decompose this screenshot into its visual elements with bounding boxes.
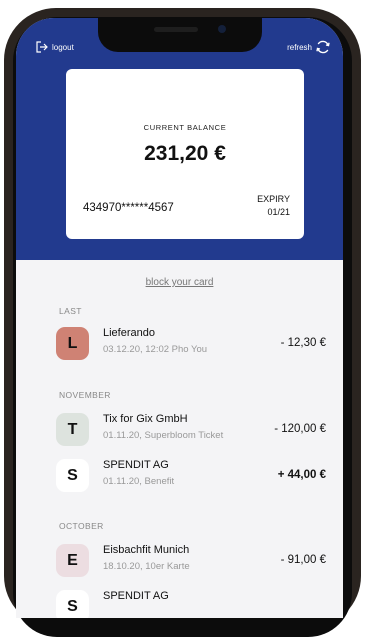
balance-label: CURRENT BALANCE <box>143 123 227 132</box>
section-title-last: LAST <box>59 306 82 316</box>
block-card-link[interactable]: block your card <box>16 277 343 288</box>
refresh-label: refresh <box>287 42 312 52</box>
transaction-details: 03.12.20, 12:02 Pho You <box>103 344 208 355</box>
refresh-button[interactable]: refresh <box>287 39 331 55</box>
camera-lens <box>218 25 226 33</box>
transaction-row[interactable]: S SPENDIT AG 01.11.20, Benefit + 44,00 € <box>56 459 326 493</box>
refresh-icon <box>316 40 330 54</box>
transaction-row[interactable]: L Lieferando 03.12.20, 12:02 Pho You - 1… <box>56 327 326 361</box>
transaction-details: 01.11.20, Superbloom Ticket <box>103 430 224 441</box>
balance-card: CURRENT BALANCE 231,20 € 434970******456… <box>66 69 304 239</box>
merchant-name: Eisbachfit Munich <box>103 544 190 556</box>
transaction-amount: - 120,00 € <box>274 423 326 435</box>
transaction-row[interactable]: T Tix for Gix GmbH 01.11.20, Superbloom … <box>56 413 326 447</box>
transaction-amount: - 91,00 € <box>280 554 326 566</box>
transaction-row[interactable]: S SPENDIT AG <box>56 590 326 618</box>
merchant-name: SPENDIT AG <box>103 459 169 471</box>
expiry-value: 01/21 <box>267 207 290 217</box>
expiry-label: EXPIRY <box>257 194 290 204</box>
transaction-amount: + 44,00 € <box>277 469 326 481</box>
merchant-letter-badge: L <box>56 327 89 360</box>
header-bar: logout refresh CURRENT BALANCE 231,20 € … <box>16 18 343 260</box>
merchant-letter-badge: E <box>56 544 89 577</box>
merchant-letter-badge: S <box>56 459 89 492</box>
merchant-letter-badge: T <box>56 413 89 446</box>
transaction-row[interactable]: E Eisbachfit Munich 18.10.20, 10er Karte… <box>56 544 326 578</box>
transaction-amount: - 12,30 € <box>280 337 326 349</box>
merchant-name: Lieferando <box>103 327 155 339</box>
balance-value: 231,20 € <box>144 142 226 165</box>
logout-button[interactable]: logout <box>36 41 74 53</box>
section-title-october: OCTOBER <box>59 521 104 531</box>
transaction-details: 01.11.20, Benefit <box>103 476 175 487</box>
logout-icon <box>36 41 48 53</box>
transaction-details: 18.10.20, 10er Karte <box>103 561 190 572</box>
logout-label: logout <box>52 42 74 52</box>
merchant-letter-badge: S <box>56 590 89 618</box>
speaker-grille <box>154 27 198 32</box>
merchant-name: SPENDIT AG <box>103 590 169 602</box>
merchant-name: Tix for Gix GmbH <box>103 413 188 425</box>
card-number: 434970******4567 <box>83 202 174 214</box>
app-screen: logout refresh CURRENT BALANCE 231,20 € … <box>16 18 343 618</box>
phone-notch <box>98 18 262 52</box>
section-title-november: NOVEMBER <box>59 390 111 400</box>
